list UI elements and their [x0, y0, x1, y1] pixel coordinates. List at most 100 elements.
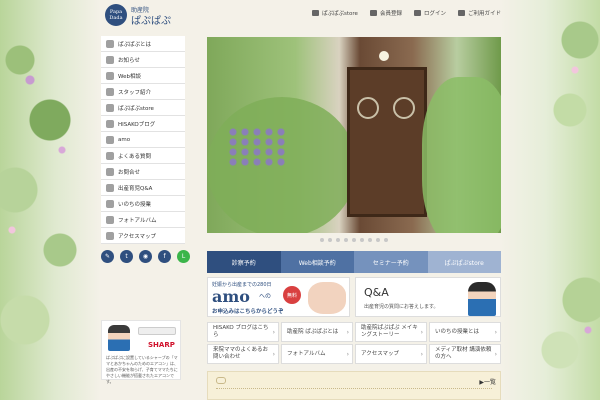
sidebar-item-label: 出産育児Q&A	[118, 185, 153, 192]
header-link-2[interactable]: ログイン	[413, 9, 446, 17]
news-list-link[interactable]: ▶一覧	[479, 377, 496, 386]
grid-link-3[interactable]: いのちの授業とは ›	[429, 322, 501, 342]
grid-link-2[interactable]: 助産院ぱぷぱぷ メイキングストーリー ›	[355, 322, 427, 342]
slide-dot[interactable]	[376, 238, 380, 242]
garden-right-decoration	[500, 0, 600, 400]
sharp-logo: SHARP	[148, 341, 175, 349]
grid-link-7[interactable]: メディア取材 講演依頼の方へ ›	[429, 344, 501, 364]
blog-social-button[interactable]: ✎	[101, 250, 114, 263]
sidebar-item-label: amo	[118, 136, 131, 143]
slide-dot[interactable]	[352, 238, 356, 242]
twitter-button[interactable]: t	[120, 250, 133, 263]
chevron-right-icon: ›	[494, 351, 497, 358]
sidebar-item-12[interactable]: アクセスマップ	[101, 228, 185, 244]
link-grid: HISAKO ブログはこちら › 助産院 ぱぷぱぷとは › 助産院ぱぷぱぷ メイキングス…	[207, 322, 501, 364]
slide-dot[interactable]	[320, 238, 324, 242]
sidebar-item-11[interactable]: フォトアルバム	[101, 212, 185, 228]
baby-image	[308, 282, 346, 314]
news-list-link-label: 一覧	[483, 379, 496, 386]
qa-banner[interactable]: Q&A 出産育児の質問にお答えします。	[355, 277, 501, 317]
amo-banner-title: amo	[212, 287, 250, 306]
amo-banner-particle: への	[259, 293, 272, 300]
store-icon	[312, 10, 320, 16]
qa-banner-subtitle: 出産育児の質問にお答えします。	[364, 304, 439, 310]
logo-name[interactable]: ぱぷぱぷ	[131, 12, 171, 27]
heart-icon	[106, 199, 114, 208]
grid-link-5[interactable]: フォトアルバム ›	[281, 344, 353, 364]
sidebar-item-8[interactable]: お問合せ	[101, 164, 185, 180]
slide-dot[interactable]	[344, 238, 348, 242]
staff-icon	[106, 87, 114, 96]
tab-0[interactable]: 診察予約	[207, 251, 281, 273]
computer-icon	[106, 71, 114, 80]
grid-link-1[interactable]: 助産院 ぱぷぱぷとは ›	[281, 322, 353, 342]
sidebar-item-6[interactable]: amo	[101, 132, 185, 148]
sidebar-item-label: Web相談	[118, 73, 141, 80]
tab-2[interactable]: セミナー予約	[354, 251, 428, 273]
grid-link-label: フォトアルバム	[287, 350, 326, 357]
sidebar-item-7[interactable]: よくある質問	[101, 148, 185, 164]
slide-dot[interactable]	[328, 238, 332, 242]
hero-window-pane	[393, 97, 415, 119]
speech-bubble-icon	[216, 377, 226, 384]
grid-link-4[interactable]: 来院ママのよくあるお問い合わせ ›	[207, 344, 279, 364]
free-badge: 無料	[283, 286, 301, 304]
grid-link-0[interactable]: HISAKO ブログはこちら ›	[207, 322, 279, 342]
qa-person-image	[468, 282, 496, 316]
page: Papa Dada 助産院 ぱぷぱぷ ぱぷぱぷstore 会員登録 ログイン ご利用ガ…	[93, 0, 507, 400]
grid-link-6[interactable]: アクセスマップ ›	[355, 344, 427, 364]
tab-1[interactable]: Web相談予約	[280, 251, 354, 273]
slide-dot[interactable]	[384, 238, 388, 242]
sidebar-item-2[interactable]: Web相談	[101, 68, 185, 84]
header-link-label: ご利用ガイド	[467, 11, 501, 17]
sharp-banner[interactable]: SHARP ぱぷぱぷに設置しているシャープの「ママとあかちゃんのためのエアコン」…	[101, 320, 181, 384]
photo-icon	[106, 215, 114, 224]
info-icon	[106, 39, 114, 48]
map-icon	[106, 231, 114, 240]
hero-slideshow-image[interactable]	[207, 37, 501, 233]
chevron-right-icon: ›	[346, 329, 349, 336]
hero-window-pane	[357, 97, 379, 119]
slide-dot[interactable]	[368, 238, 372, 242]
sharp-description: ぱぷぱぷに設置しているシャープの「ママとあかちゃんのためのエアコン」は、出産の不…	[106, 355, 178, 384]
qa-banner-title: Q&A	[364, 286, 389, 299]
header-link-label: ログイン	[423, 11, 446, 17]
grid-link-label: 来院ママのよくあるお問い合わせ	[213, 347, 269, 360]
line-button[interactable]: L	[177, 250, 190, 263]
sidebar-item-0[interactable]: ぱぷぱぷとは	[101, 36, 185, 52]
header-link-3[interactable]: ご利用ガイド	[457, 9, 501, 17]
sidebar-item-5[interactable]: HISAKOブログ	[101, 116, 185, 132]
slide-dot[interactable]	[336, 238, 340, 242]
instagram-button[interactable]: ◉	[139, 250, 152, 263]
news-box: ▶一覧	[207, 371, 501, 400]
sidebar-item-label: いのちの授業	[118, 201, 152, 208]
header-link-label: 会員登録	[379, 11, 402, 17]
chat-icon	[106, 167, 114, 176]
grid-link-label: HISAKO ブログはこちら	[213, 325, 269, 338]
sidebar-item-label: お問合せ	[118, 169, 141, 176]
sidebar-item-label: アクセスマップ	[118, 233, 157, 240]
sidebar-item-1[interactable]: お知らせ	[101, 52, 185, 68]
grid-link-label: いのちの授業とは	[435, 328, 480, 335]
chevron-right-icon: ›	[272, 329, 275, 336]
header-link-0[interactable]: ぱぷぱぷstore	[312, 9, 358, 17]
slide-dot[interactable]	[360, 238, 364, 242]
hero-door	[347, 67, 427, 217]
grid-link-label: 助産院 ぱぷぱぷとは	[287, 328, 339, 335]
divider	[216, 388, 492, 389]
social-links: ✎ t ◉ f L	[101, 250, 190, 263]
mail-icon	[106, 135, 114, 144]
logo-mark[interactable]: Papa Dada	[105, 4, 127, 26]
sidebar-item-10[interactable]: いのちの授業	[101, 196, 185, 212]
amo-banner[interactable]: 妊娠から出産までの280日 amo への 無料 お申込みはこちらからどうぞ	[207, 277, 350, 317]
user-icon	[369, 10, 377, 16]
sidebar-item-4[interactable]: ぱぷぱぷstore	[101, 100, 185, 116]
tab-3[interactable]: ぱぷぱぷstore	[427, 251, 501, 273]
amo-banner-cta: お申込みはこちらからどうぞ	[212, 309, 284, 315]
sidebar-item-9[interactable]: 出産育児Q&A	[101, 180, 185, 196]
hero-flowers	[227, 127, 287, 167]
facebook-button[interactable]: f	[158, 250, 171, 263]
sidebar-item-3[interactable]: スタッフ紹介	[101, 84, 185, 100]
chevron-right-icon: ›	[420, 351, 423, 358]
header-link-1[interactable]: 会員登録	[369, 9, 402, 17]
